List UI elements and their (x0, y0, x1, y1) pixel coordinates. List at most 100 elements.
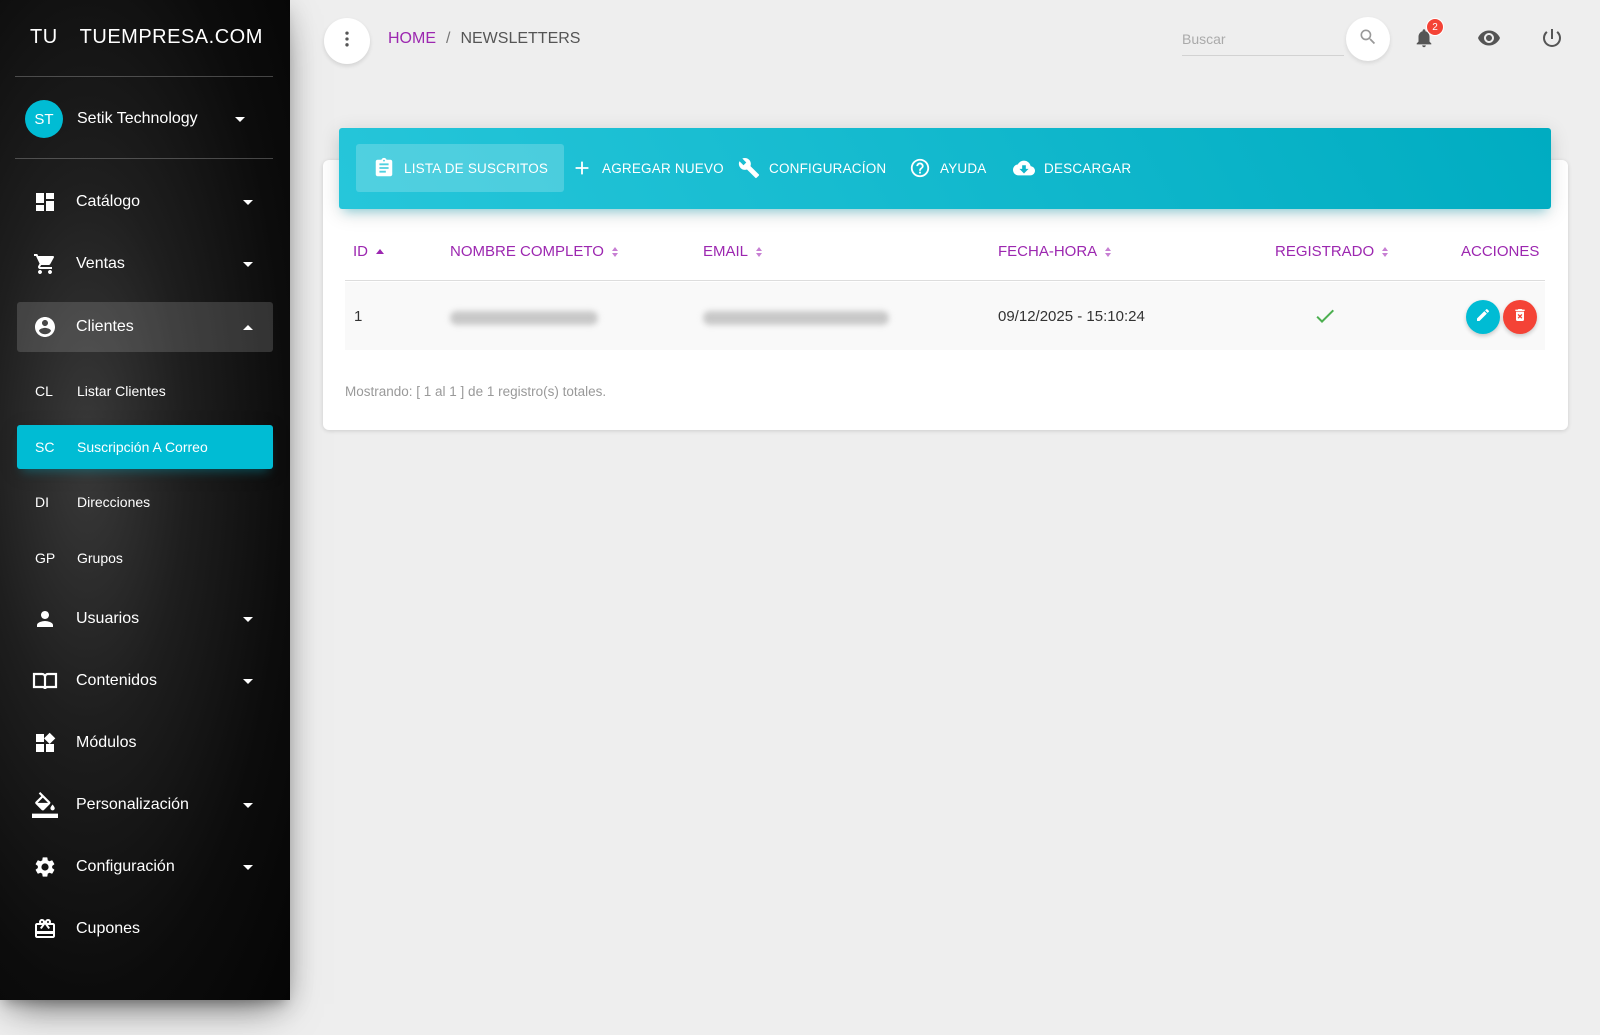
delete-button[interactable] (1503, 300, 1537, 334)
sidebar-divider (15, 158, 273, 159)
sidebar-item-personalizacion[interactable]: Personalización (17, 780, 273, 830)
tab-descargar[interactable]: DESCARGAR (996, 144, 1147, 192)
column-header-registrado[interactable]: REGISTRADO (1275, 243, 1389, 260)
edit-button[interactable] (1466, 300, 1500, 334)
column-header-acciones: ACCIONES (1461, 243, 1539, 260)
column-header-label: REGISTRADO (1275, 243, 1375, 260)
sidebar-item-label: Configuración (76, 858, 175, 875)
sort-icon (756, 246, 763, 257)
tab-label: AYUDA (940, 160, 987, 176)
sidebar-item-configuracion[interactable]: Configuración (17, 842, 273, 892)
sidebar-item-label: Contenidos (76, 672, 157, 689)
sidebar-divider (15, 76, 273, 77)
sidebar: TU TUEMPRESA.COM ST Setik Technology Cat… (0, 0, 290, 1000)
user-name: Setik Technology (77, 110, 198, 127)
cell-fecha-hora: 09/12/2025 - 15:10:24 (998, 308, 1145, 325)
search-button[interactable] (1346, 17, 1390, 61)
account-circle-icon (32, 314, 58, 340)
cell-id: 1 (354, 308, 363, 325)
book-open-icon (32, 668, 58, 694)
column-header-id[interactable]: ID (353, 243, 384, 260)
sort-icon (1382, 246, 1389, 257)
cell-nombre-redacted (450, 311, 598, 325)
breadcrumb: HOME / NEWSLETTERS (388, 30, 580, 48)
column-header-label: NOMBRE COMPLETO (450, 243, 604, 260)
person-icon (32, 606, 58, 632)
subitem-abbr: CL (35, 383, 53, 399)
widgets-icon (32, 730, 58, 756)
column-header-email[interactable]: EMAIL (703, 243, 763, 260)
sidebar-item-cupones[interactable]: Cupones (17, 904, 273, 954)
subitem-label: Suscripción A Correo (77, 439, 208, 455)
sidebar-item-label: Catálogo (76, 193, 141, 210)
tab-configuracion[interactable]: CONFIGURACÍON (721, 144, 902, 192)
more-vert-icon (337, 29, 357, 54)
chevron-down-icon (235, 116, 245, 122)
tab-label: AGREGAR NUEVO (602, 160, 724, 176)
breadcrumb-current: NEWSLETTERS (460, 30, 581, 47)
sidebar-item-label: Módulos (76, 734, 137, 751)
subitem-label: Direcciones (77, 494, 151, 510)
sort-icon (1105, 246, 1112, 257)
sidebar-toggle-button[interactable] (324, 18, 370, 64)
logout-button[interactable] (1534, 22, 1570, 58)
view-site-button[interactable] (1471, 22, 1507, 58)
card-tabs-header: LISTA DE SUSCRITOS AGREGAR NUEVO CONFIGU… (339, 128, 1551, 209)
breadcrumb-home-link[interactable]: HOME (388, 30, 436, 48)
tab-label: DESCARGAR (1044, 160, 1132, 176)
clipboard-icon (372, 156, 396, 180)
card-giftcard-icon (32, 916, 58, 942)
sidebar-item-label: Cupones (76, 920, 141, 937)
chevron-down-icon (243, 802, 253, 808)
sidebar-item-label: Ventas (76, 255, 125, 272)
tab-label: CONFIGURACÍON (769, 160, 887, 176)
column-header-label: FECHA-HORA (998, 243, 1098, 260)
sidebar-subitem-direcciones[interactable]: DI Direcciones (17, 480, 273, 524)
sidebar-item-clientes[interactable]: Clientes (17, 302, 273, 352)
shopping-cart-icon (32, 251, 58, 277)
dashboard-icon (32, 189, 58, 215)
sidebar-item-ventas[interactable]: Ventas (17, 239, 273, 289)
cell-email-redacted (703, 311, 889, 325)
subitem-label: Grupos (77, 550, 123, 566)
sidebar-item-catalogo[interactable]: Catálogo (17, 177, 273, 227)
format-color-fill-icon (32, 792, 58, 818)
tab-label: LISTA DE SUSCRITOS (404, 160, 549, 176)
subitem-abbr: DI (35, 494, 49, 510)
column-header-label: ID (353, 243, 368, 260)
brand-logo[interactable]: TU TUEMPRESA.COM (30, 26, 263, 49)
chevron-up-icon (243, 324, 253, 330)
search-icon (1358, 27, 1378, 52)
plus-icon (570, 156, 594, 180)
tab-agregar-nuevo[interactable]: AGREGAR NUEVO (554, 144, 740, 192)
column-header-nombre[interactable]: NOMBRE COMPLETO (450, 243, 618, 260)
chevron-down-icon (243, 864, 253, 870)
column-header-fecha-hora[interactable]: FECHA-HORA (998, 243, 1112, 260)
sidebar-item-usuarios[interactable]: Usuarios (17, 594, 273, 644)
sidebar-subitem-suscripcion-correo[interactable]: SC Suscripción A Correo (17, 425, 273, 469)
column-header-label: EMAIL (703, 243, 749, 260)
sort-icon (611, 246, 618, 257)
notifications-button[interactable]: 2 (1406, 18, 1444, 58)
wrench-icon (737, 156, 761, 180)
sidebar-item-contenidos[interactable]: Contenidos (17, 656, 273, 706)
brand-short: TU (30, 26, 58, 48)
chevron-down-icon (243, 616, 253, 622)
table-header-divider (345, 280, 1545, 281)
sidebar-subitem-listar-clientes[interactable]: CL Listar Clientes (17, 369, 273, 413)
sidebar-subitem-grupos[interactable]: GP Grupos (17, 536, 273, 580)
user-menu[interactable]: ST Setik Technology (25, 100, 265, 138)
avatar: ST (25, 100, 63, 138)
cloud-download-icon (1012, 156, 1036, 180)
sort-asc-icon (376, 249, 384, 254)
tab-ayuda[interactable]: AYUDA (892, 144, 1003, 192)
sidebar-item-modulos[interactable]: Módulos (17, 718, 273, 768)
pencil-icon (1475, 307, 1491, 328)
sidebar-item-label: Personalización (76, 796, 189, 813)
sidebar-item-label: Usuarios (76, 610, 140, 627)
brand-name: TUEMPRESA.COM (79, 26, 263, 48)
subitem-abbr: SC (35, 439, 55, 455)
check-icon (1313, 304, 1337, 333)
tab-lista-suscritos[interactable]: LISTA DE SUSCRITOS (356, 144, 565, 192)
search-input[interactable] (1182, 22, 1344, 56)
